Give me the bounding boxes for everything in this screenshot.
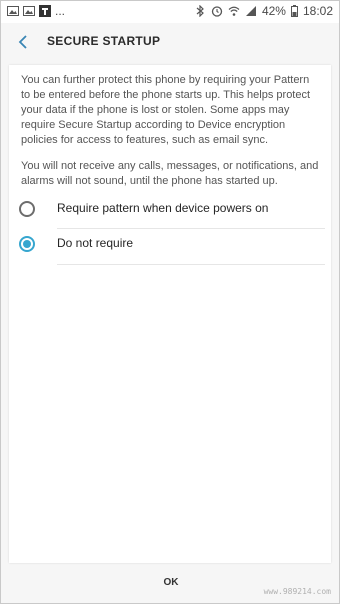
signal-icon (245, 6, 256, 16)
warning-text: You will not receive any calls, messages… (21, 160, 319, 187)
watermark: www.989214.com (263, 587, 331, 596)
gallery-icon (7, 6, 19, 16)
app-bar: SECURE STARTUP (1, 23, 339, 63)
option-require-pattern[interactable]: Require pattern when device powers on (9, 193, 331, 231)
clock: 18:02 (302, 4, 333, 18)
bottom-bar: OK (1, 567, 339, 603)
option-label: Do not require (57, 236, 134, 250)
description-text: You can further protect this phone by re… (21, 74, 311, 146)
status-bar: ... 42% 18:02 (1, 1, 339, 23)
option-do-not-require[interactable]: Do not require (9, 228, 331, 266)
notification-overflow: ... (55, 4, 66, 18)
option-label: Require pattern when device powers on (57, 201, 269, 215)
settings-card: You can further protect this phone by re… (9, 65, 331, 563)
battery-level: 42% (261, 4, 286, 18)
status-bar-right: 42% 18:02 (194, 4, 333, 18)
radio-button[interactable] (19, 201, 35, 217)
screen: ... 42% 18:02 SECURE STARTUP You can fur… (0, 0, 340, 604)
divider (57, 264, 325, 265)
battery-icon (290, 5, 298, 17)
bluetooth-icon (196, 5, 204, 17)
alarm-icon (211, 6, 223, 17)
page-title: SECURE STARTUP (47, 34, 161, 48)
gallery-icon (23, 6, 35, 16)
app-icon (39, 5, 51, 17)
radio-button-selected[interactable] (19, 236, 35, 252)
status-bar-left: ... (7, 4, 65, 18)
back-chevron-icon[interactable] (13, 31, 35, 53)
wifi-icon (228, 6, 240, 16)
ok-button[interactable]: OK (151, 577, 191, 588)
